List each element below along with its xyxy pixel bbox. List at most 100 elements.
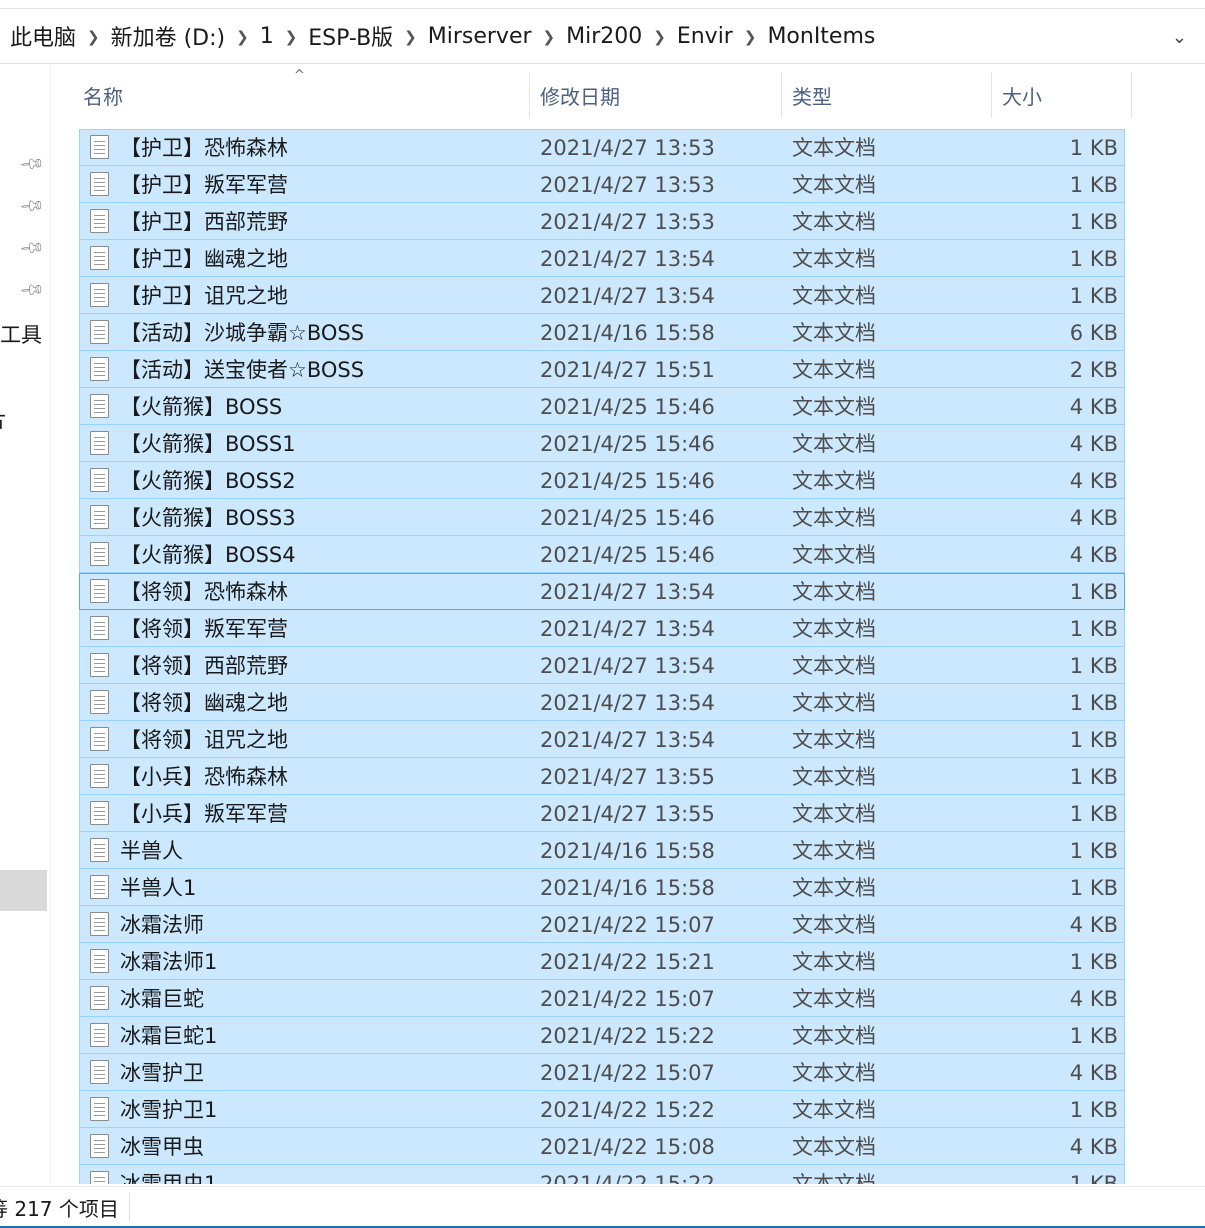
text-file-icon xyxy=(90,912,109,936)
column-divider[interactable] xyxy=(781,72,782,118)
file-name: 半兽人1 xyxy=(120,876,197,900)
text-file-icon xyxy=(90,283,109,307)
breadcrumb-item[interactable]: MonItems xyxy=(761,24,881,49)
file-size: 1 KB xyxy=(1069,1098,1118,1122)
file-row[interactable]: 半兽人1 2021/4/16 15:58 文本文档 1 KB xyxy=(79,869,1125,906)
file-row[interactable]: 【护卫】幽魂之地 2021/4/27 13:54 文本文档 1 KB xyxy=(79,240,1125,277)
chevron-down-icon[interactable]: ⌄ xyxy=(1172,27,1187,48)
chevron-right-icon[interactable]: ❯ xyxy=(231,28,254,46)
file-size: 1 KB xyxy=(1069,876,1118,900)
file-row[interactable]: 【火箭猴】BOSS3 2021/4/25 15:46 文本文档 4 KB xyxy=(79,499,1125,536)
file-row[interactable]: 【火箭猴】BOSS2 2021/4/25 15:46 文本文档 4 KB xyxy=(79,462,1125,499)
chevron-right-icon[interactable]: ❯ xyxy=(648,28,671,46)
file-row[interactable]: 冰霜法师 2021/4/22 15:07 文本文档 4 KB xyxy=(79,906,1125,943)
file-type: 文本文档 xyxy=(792,1061,876,1085)
file-row[interactable]: 【小兵】叛军军营 2021/4/27 13:55 文本文档 1 KB xyxy=(79,795,1125,832)
breadcrumb-item[interactable]: 1 xyxy=(254,24,280,49)
text-file-icon xyxy=(90,986,109,1010)
column-header-size[interactable]: 大小 xyxy=(1002,72,1130,118)
navigation-pane[interactable]: 📌︎ 📌︎ 📌︎ 📌︎ 工具 片 xyxy=(0,64,51,1184)
file-row[interactable]: 冰雪护卫1 2021/4/22 15:22 文本文档 1 KB xyxy=(79,1091,1125,1128)
file-type: 文本文档 xyxy=(792,654,876,678)
text-file-icon xyxy=(90,579,109,603)
file-name: 【火箭猴】BOSS xyxy=(120,395,283,419)
address-bar[interactable]: 此电脑 ❯ 新加卷 (D:) ❯ 1 ❯ ESP-B版 ❯ Mirserver … xyxy=(0,9,1205,64)
file-type: 文本文档 xyxy=(792,1024,876,1048)
text-file-icon xyxy=(90,653,109,677)
text-file-icon xyxy=(90,875,109,899)
pin-icon: 📌︎ xyxy=(18,191,47,220)
file-date: 2021/4/22 15:07 xyxy=(540,913,715,937)
file-row[interactable]: 冰雪甲虫 2021/4/22 15:08 文本文档 4 KB xyxy=(79,1128,1125,1165)
file-row[interactable]: 【将领】恐怖森林 2021/4/27 13:54 文本文档 1 KB xyxy=(79,573,1125,610)
file-size: 1 KB xyxy=(1069,765,1118,789)
text-file-icon xyxy=(90,949,109,973)
file-name: 冰霜巨蛇 xyxy=(120,987,204,1011)
file-size: 1 KB xyxy=(1069,580,1118,604)
file-row[interactable]: 冰霜巨蛇1 2021/4/22 15:22 文本文档 1 KB xyxy=(79,1017,1125,1054)
file-name: 【小兵】叛军军营 xyxy=(120,802,288,826)
column-header-type[interactable]: 类型 xyxy=(792,72,990,118)
file-type: 文本文档 xyxy=(792,1135,876,1159)
column-divider[interactable] xyxy=(991,72,992,118)
file-row[interactable]: 【护卫】恐怖森林 2021/4/27 13:53 文本文档 1 KB xyxy=(79,129,1125,166)
nav-item-tools[interactable]: 工具 xyxy=(0,319,42,349)
breadcrumb-item[interactable]: 新加卷 (D:) xyxy=(105,20,232,52)
file-row[interactable]: 【护卫】诅咒之地 2021/4/27 13:54 文本文档 1 KB xyxy=(79,277,1125,314)
text-file-icon xyxy=(90,431,109,455)
file-row[interactable]: 冰霜巨蛇 2021/4/22 15:07 文本文档 4 KB xyxy=(79,980,1125,1017)
file-row[interactable]: 【将领】幽魂之地 2021/4/27 13:54 文本文档 1 KB xyxy=(79,684,1125,721)
file-name: 冰霜法师 xyxy=(120,913,204,937)
file-type: 文本文档 xyxy=(792,1172,876,1184)
file-row[interactable]: 冰雪甲虫1 2021/4/22 15:22 文本文档 1 KB xyxy=(79,1165,1125,1184)
title-strip xyxy=(0,0,1205,9)
file-name: 【将领】叛军军营 xyxy=(120,617,288,641)
file-type: 文本文档 xyxy=(792,876,876,900)
file-date: 2021/4/27 13:54 xyxy=(540,247,715,271)
file-row[interactable]: 冰霜法师1 2021/4/22 15:21 文本文档 1 KB xyxy=(79,943,1125,980)
chevron-right-icon[interactable]: ❯ xyxy=(739,28,762,46)
text-file-icon xyxy=(90,727,109,751)
breadcrumb-item[interactable]: ESP-B版 xyxy=(302,20,399,52)
file-row[interactable]: 【火箭猴】BOSS 2021/4/25 15:46 文本文档 4 KB xyxy=(79,388,1125,425)
file-row[interactable]: 【将领】西部荒野 2021/4/27 13:54 文本文档 1 KB xyxy=(79,647,1125,684)
column-header-date[interactable]: 修改日期 xyxy=(540,72,780,118)
file-row[interactable]: 冰雪护卫 2021/4/22 15:07 文本文档 4 KB xyxy=(79,1054,1125,1091)
file-row[interactable]: 【将领】诅咒之地 2021/4/27 13:54 文本文档 1 KB xyxy=(79,721,1125,758)
file-row[interactable]: 【火箭猴】BOSS1 2021/4/25 15:46 文本文档 4 KB xyxy=(79,425,1125,462)
text-file-icon xyxy=(90,357,109,381)
breadcrumb-item[interactable]: 此电脑 xyxy=(4,20,82,52)
breadcrumb-item[interactable]: Mirserver xyxy=(422,24,538,49)
column-divider[interactable] xyxy=(1131,72,1132,118)
file-size: 4 KB xyxy=(1069,432,1118,456)
file-row[interactable]: 【活动】沙城争霸☆BOSS 2021/4/16 15:58 文本文档 6 KB xyxy=(79,314,1125,351)
nav-selected-item[interactable] xyxy=(0,870,47,911)
file-name: 【火箭猴】BOSS1 xyxy=(120,432,296,456)
file-row[interactable]: 【小兵】恐怖森林 2021/4/27 13:55 文本文档 1 KB xyxy=(79,758,1125,795)
column-header-name[interactable]: 名称 xyxy=(83,72,528,118)
chevron-right-icon[interactable]: ❯ xyxy=(82,28,105,46)
file-date: 2021/4/27 13:54 xyxy=(540,580,715,604)
file-type: 文本文档 xyxy=(792,765,876,789)
file-row[interactable]: 【活动】送宝使者☆BOSS 2021/4/27 15:51 文本文档 2 KB xyxy=(79,351,1125,388)
file-name: 冰雪护卫 xyxy=(120,1061,204,1085)
file-name: 【将领】西部荒野 xyxy=(120,654,288,678)
breadcrumb-item[interactable]: Envir xyxy=(671,24,739,49)
file-list[interactable]: 【护卫】恐怖森林 2021/4/27 13:53 文本文档 1 KB 【护卫】叛军军营 2… xyxy=(79,129,1125,1184)
text-file-icon xyxy=(90,505,109,529)
file-row[interactable]: 【将领】叛军军营 2021/4/27 13:54 文本文档 1 KB xyxy=(79,610,1125,647)
breadcrumb-item[interactable]: Mir200 xyxy=(560,24,648,49)
chevron-right-icon[interactable]: ❯ xyxy=(280,28,303,46)
nav-item-pictures[interactable]: 片 xyxy=(0,404,7,434)
file-row[interactable]: 【护卫】西部荒野 2021/4/27 13:53 文本文档 1 KB xyxy=(79,203,1125,240)
file-row[interactable]: 【护卫】叛军军营 2021/4/27 13:53 文本文档 1 KB xyxy=(79,166,1125,203)
file-date: 2021/4/27 15:51 xyxy=(540,358,715,382)
file-row[interactable]: 半兽人 2021/4/16 15:58 文本文档 1 KB xyxy=(79,832,1125,869)
text-file-icon xyxy=(90,542,109,566)
chevron-right-icon[interactable]: ❯ xyxy=(399,28,422,46)
file-name: 冰霜巨蛇1 xyxy=(120,1024,218,1048)
file-row[interactable]: 【火箭猴】BOSS4 2021/4/25 15:46 文本文档 4 KB xyxy=(79,536,1125,573)
text-file-icon xyxy=(90,690,109,714)
column-divider[interactable] xyxy=(529,72,530,118)
chevron-right-icon[interactable]: ❯ xyxy=(538,28,561,46)
